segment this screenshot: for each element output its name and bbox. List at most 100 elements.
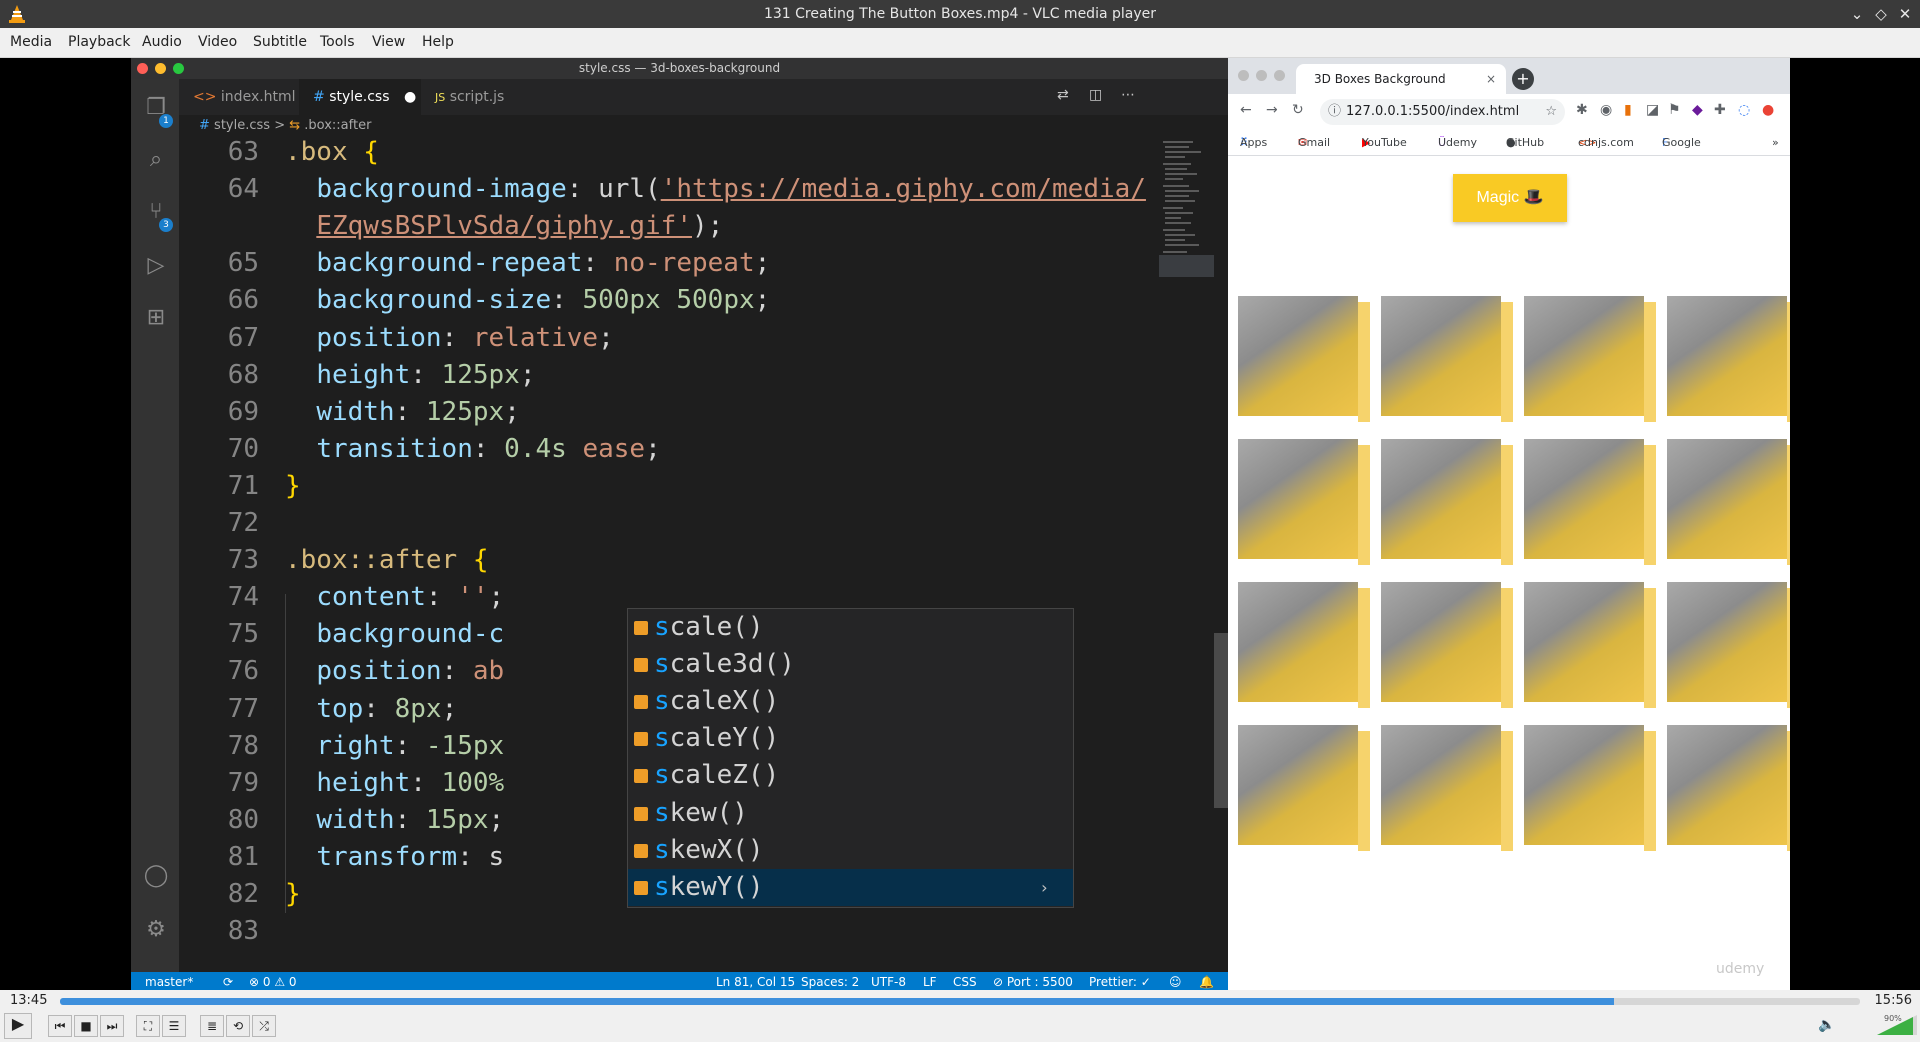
new-tab-button[interactable]: + [1512,68,1534,90]
git-branch[interactable]: master* [145,972,193,992]
shuffle-icon[interactable]: ⤮ [252,1015,276,1037]
open-changes-icon[interactable]: ⇄ [1057,87,1069,103]
code-line[interactable]: background-size: 500px 500px; [285,285,770,315]
extension-icon[interactable]: ◉ [1600,102,1612,118]
code-line[interactable]: position: relative; [285,323,613,353]
editor-scrollbar[interactable] [1214,633,1228,808]
profile-icon[interactable]: ◌ [1738,102,1750,118]
extensions-puzzle-icon[interactable]: ✚ [1714,102,1726,118]
indentation[interactable]: Spaces: 2 [801,972,859,992]
seek-slider[interactable] [60,998,1860,1005]
code-line[interactable]: .box { [285,137,379,167]
menu-video[interactable]: Video [198,34,237,50]
code-line[interactable]: .box::after { [285,545,489,575]
seek-progress [60,998,1615,1005]
suggestion-item[interactable]: scale() [628,609,1073,646]
live-server-port[interactable]: ⊘ Port : 5500 [993,972,1073,992]
minimap[interactable] [1159,137,1214,277]
extension-icon[interactable]: ◪ [1646,102,1659,118]
breadcrumb-symbol[interactable]: .box::after [304,118,371,133]
bookmark-star-icon[interactable]: ☆ [1545,99,1557,125]
address-bar[interactable]: ⓘ 127.0.0.1:5500/index.html ☆ [1320,99,1565,125]
fullscreen-icon[interactable]: ⛶ [136,1015,160,1037]
feedback-icon[interactable]: ☺ [1169,972,1182,992]
account-icon[interactable]: ◯ [143,863,169,889]
code-line[interactable]: top: 8px; [285,694,457,724]
more-bookmarks-icon[interactable]: » [1772,130,1779,156]
code-line[interactable]: content: ''; [285,582,504,612]
code-line[interactable]: background-repeat: no-repeat; [285,248,770,278]
menu-media[interactable]: Media [10,34,52,50]
extension-icon[interactable]: ✱ [1576,102,1588,118]
menu-playback[interactable]: Playback [68,34,130,50]
next-icon[interactable]: ⏭ [100,1015,124,1037]
tab-script-js[interactable]: JS script.js [421,79,541,115]
total-time[interactable]: 15:56 [1875,993,1912,1008]
code-line[interactable]: } [285,879,301,909]
reload-icon[interactable]: ↻ [1292,102,1304,118]
read-more-icon[interactable]: › [1039,869,1049,906]
suggestion-item[interactable]: scaleX() [628,683,1073,720]
prettier-status[interactable]: Prettier: ✓ [1089,972,1151,992]
breadcrumb-file[interactable]: style.css [214,118,270,133]
language-mode[interactable]: CSS [953,972,977,992]
close-button[interactable]: ✕ [1894,3,1916,25]
extension-icon[interactable]: ▮ [1624,102,1632,118]
extension-icon[interactable]: ◆ [1692,102,1703,118]
code-line[interactable]: height: 125px; [285,360,535,390]
code-line[interactable]: background-c [285,619,504,649]
forward-icon[interactable]: → [1266,102,1278,118]
suggestion-item[interactable]: scaleZ() [628,757,1073,794]
play-button[interactable]: ▶ [4,1013,32,1039]
maximize-button[interactable]: ◇ [1870,3,1892,25]
code-line[interactable]: } [285,471,301,501]
code-line[interactable]: EZqwsBSPlvSda/giphy.gif'); [285,211,723,241]
menu-subtitle[interactable]: Subtitle [253,34,307,50]
suggestion-item[interactable]: scaleY() [628,720,1073,757]
menu-view[interactable]: View [372,34,405,50]
previous-icon[interactable]: ⏮ [48,1015,72,1037]
code-line[interactable]: right: -15px [285,731,504,761]
tab-index-html[interactable]: <> index.html [179,79,299,115]
stop-icon[interactable]: ■ [74,1015,98,1037]
video-frame[interactable]: style.css — 3d-boxes-background ❐ 1 ⌕ ⑂ … [0,58,1920,992]
close-tab-icon[interactable]: × [1486,64,1496,94]
code-line[interactable]: transform: s [285,842,504,872]
menu-tools[interactable]: Tools [320,34,355,50]
browser-tab[interactable]: 3D Boxes Background × [1296,64,1506,94]
search-icon[interactable]: ⌕ [143,147,169,173]
suggestion-item[interactable]: scale3d() [628,646,1073,683]
suggestion-item[interactable]: skewY() › [628,869,1073,906]
code-line[interactable]: position: ab [285,656,504,686]
run-debug-icon[interactable]: ▷ [143,253,169,279]
menu-help[interactable]: Help [422,34,454,50]
code-line[interactable]: width: 15px; [285,805,504,835]
code-line[interactable]: height: 100% [285,768,504,798]
minimize-button[interactable]: ⌄ [1846,3,1868,25]
cursor-position[interactable]: Ln 81, Col 15 [716,972,795,992]
extensions-icon[interactable]: ⊞ [143,305,169,331]
problems-count[interactable]: ⊗ 0 ⚠ 0 [249,972,297,992]
end-of-line[interactable]: LF [923,972,937,992]
suggestion-item[interactable]: skew() [628,795,1073,832]
speaker-icon[interactable]: 🔈 [1818,1017,1835,1033]
magic-button[interactable]: Magic 🎩 [1453,174,1567,222]
chrome-menu-icon[interactable]: ● [1762,102,1774,118]
code-line[interactable]: background-image: url('https://media.gip… [285,174,1146,204]
extended-settings-icon[interactable]: ☰ [162,1015,186,1037]
menu-audio[interactable]: Audio [142,34,182,50]
tab-style-css[interactable]: # style.css ● [299,79,421,115]
encoding[interactable]: UTF-8 [871,972,906,992]
code-line[interactable]: transition: 0.4s ease; [285,434,660,464]
code-line[interactable]: width: 125px; [285,397,520,427]
loop-icon[interactable]: ⟲ [226,1015,250,1037]
sync-icon[interactable]: ⟳ [223,972,233,992]
settings-gear-icon[interactable]: ⚙ [143,917,169,943]
suggestion-item[interactable]: skewX() [628,832,1073,869]
extension-icon[interactable]: ⚑ [1668,102,1681,118]
more-actions-icon[interactable]: ⋯ [1121,87,1135,103]
back-icon[interactable]: ← [1240,102,1252,118]
notifications-bell-icon[interactable]: 🔔 [1199,972,1214,992]
playlist-icon[interactable]: ≣ [200,1015,224,1037]
split-editor-icon[interactable]: ◫ [1089,87,1102,103]
